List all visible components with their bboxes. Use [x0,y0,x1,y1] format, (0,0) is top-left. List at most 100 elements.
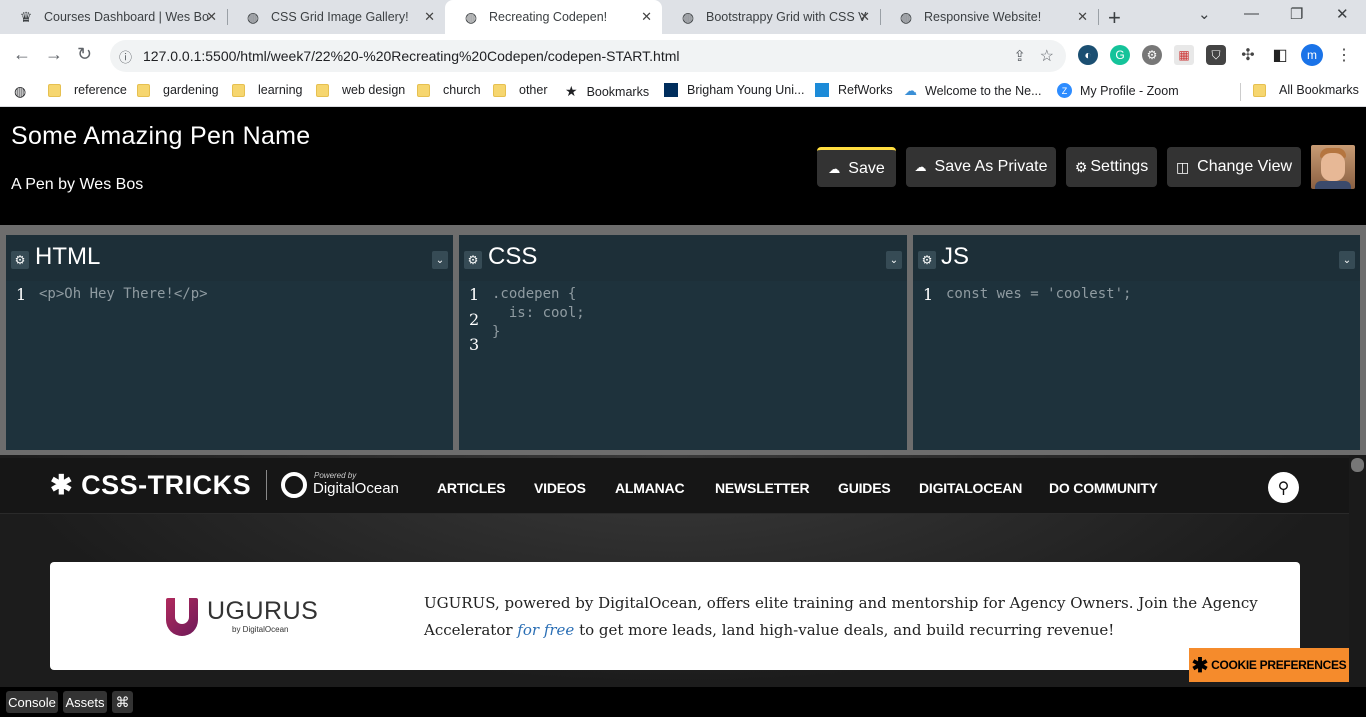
side-panel-icon[interactable]: ◧ [1270,45,1290,65]
nav-link-guides[interactable]: GUIDES [838,480,891,496]
cookie-preferences-button[interactable]: ✱ COOKIE PREFERENCES [1189,648,1349,682]
close-icon[interactable]: ✕ [424,9,435,25]
code-line[interactable]: <p>Oh Hey There!</p> [39,286,208,302]
tab-title: Responsive Website! [924,10,1042,24]
code-area[interactable]: 1 2 3 .codepen { is: cool; } [459,281,907,450]
share-icon[interactable]: ⇪ [1013,47,1026,65]
bookmark-welcome[interactable]: ☁ Welcome to the Ne... [904,83,1042,99]
code-line[interactable]: .codepen { [492,286,576,302]
bookmark-star-icon[interactable]: ☆ [1040,46,1054,66]
search-icon[interactable]: ⚲ [1268,472,1299,503]
chevron-down-icon[interactable]: ⌄ [1339,251,1355,269]
settings-button[interactable]: ⚙ Settings [1066,147,1157,187]
back-icon[interactable]: ← [13,44,31,65]
puzzle-icon[interactable]: ✣ [1238,45,1258,65]
sponsor-name[interactable]: DigitalOcean [313,480,399,497]
bookmark-bookmarks[interactable]: ★ Bookmarks [565,83,649,100]
bookmark-byu[interactable]: Brigham Young Uni... [664,83,804,97]
nav-link-articles[interactable]: ARTICLES [437,480,506,496]
editor-header: ⚙ HTML ⌄ [6,235,453,281]
tab-search-icon[interactable]: ⌄ [1198,5,1211,23]
bookmark-folder-church[interactable]: church [417,83,481,97]
shield-icon[interactable]: ⛉ [1206,45,1226,65]
save-label: Save [848,159,885,177]
gear-icon[interactable]: ⚙ [11,251,29,269]
code-area[interactable]: 1 const wes = 'coolest'; [913,281,1360,450]
star-icon: ★ [565,83,578,99]
save-button[interactable]: ☁ Save [817,147,896,187]
console-button[interactable]: Console [6,691,58,713]
ad-text-after: to get more leads, land high-value deals… [574,621,1115,639]
browser-tab[interactable]: ◍ Responsive Website! ✕ [880,0,1098,34]
close-icon[interactable]: ✕ [206,9,217,25]
browser-tab[interactable]: ♛ Courses Dashboard | Wes Bo ✕ [0,0,227,34]
save-private-button[interactable]: ☁ Save As Private [906,147,1056,187]
reload-icon[interactable]: ↻ [77,44,92,65]
scrollbar-thumb[interactable] [1351,458,1364,472]
ad-link[interactable]: for free [517,621,574,639]
preview-scrollbar[interactable] [1349,455,1366,687]
change-view-button[interactable]: ◫ Change View [1167,147,1301,187]
browser-tab-active[interactable]: ◍ Recreating Codepen! ✕ [445,0,662,34]
browser-tab[interactable]: ◍ Bootstrappy Grid with CSS V ✕ [662,0,880,34]
nav-link-do-community[interactable]: DO COMMUNITY [1049,480,1158,496]
site-info-icon[interactable]: ⓘ [119,47,132,66]
address-bar[interactable]: ⓘ 127.0.0.1:5500/html/week7/22%20-%20Rec… [110,40,1066,72]
code-line[interactable]: } [492,324,500,340]
cloud-icon: ☁ [828,161,841,176]
digitalocean-icon[interactable] [281,472,307,498]
css-tricks-logo[interactable]: ✱ CSS-TRICKS [50,470,251,501]
shortcuts-button[interactable]: ⌘ [112,691,133,713]
extension-icon[interactable]: ◐ [1078,45,1098,65]
avatar[interactable] [1311,145,1355,189]
browser-tab[interactable]: ◍ CSS Grid Image Gallery! ✕ [227,0,445,34]
cloud-icon: ☁ [904,83,917,98]
forward-icon[interactable]: → [45,44,63,65]
bookmark-label: All Bookmarks [1279,83,1359,97]
globe-icon[interactable]: ◍ [14,83,26,100]
code-line[interactable]: const wes = 'coolest'; [946,286,1131,302]
nav-link-videos[interactable]: VIDEOS [534,480,586,496]
nav-link-digitalocean[interactable]: DIGITALOCEAN [919,480,1022,496]
nav-link-almanac[interactable]: ALMANAC [615,480,685,496]
window-close-icon[interactable]: ✕ [1336,5,1349,23]
gear-icon[interactable]: ⚙ [918,251,936,269]
close-icon[interactable]: ✕ [641,9,652,25]
minimize-icon[interactable]: — [1244,5,1259,22]
chevron-down-icon[interactable]: ⌄ [432,251,448,269]
grammarly-icon[interactable]: G [1110,45,1130,65]
new-tab-icon[interactable]: + [1108,5,1121,31]
code-area[interactable]: 1 <p>Oh Hey There!</p> [6,281,453,450]
gear-icon[interactable]: ⚙ [464,251,482,269]
view-icon: ◫ [1175,158,1190,175]
close-icon[interactable]: ✕ [859,9,870,25]
bookmark-label: reference [74,83,127,97]
assets-button[interactable]: Assets [63,691,107,713]
bookmark-folder-reference[interactable]: reference [48,83,127,97]
chevron-down-icon[interactable]: ⌄ [886,251,902,269]
bookmark-refworks[interactable]: RefWorks [815,83,893,97]
bookmark-label: learning [258,83,303,97]
menu-icon[interactable]: ⋮ [1334,45,1354,65]
folder-icon [316,83,329,97]
bookmark-label: My Profile - Zoom [1080,83,1179,98]
ad-brand: UGURUS [207,597,319,625]
close-icon[interactable]: ✕ [1077,9,1088,25]
url-text[interactable]: 127.0.0.1:5500/html/week7/22%20-%20Recre… [143,48,679,64]
profile-avatar[interactable]: m [1301,44,1323,66]
bookmark-folder-learning[interactable]: learning [232,83,302,97]
bookmark-folder-web-design[interactable]: web design [316,83,405,97]
restore-icon[interactable]: ❐ [1290,5,1303,23]
folder-icon [48,83,61,97]
code-line[interactable]: is: cool; [492,305,585,321]
calendar-extension-icon[interactable]: ▦ [1174,45,1194,65]
cloud-icon: ☁ [914,160,927,174]
nav-link-newsletter[interactable]: NEWSLETTER [715,480,810,496]
bookmark-folder-other[interactable]: other [493,83,548,97]
bookmark-folder-gardening[interactable]: gardening [137,83,219,97]
gear-extension-icon[interactable]: ⚙ [1142,45,1162,65]
refworks-icon [815,83,829,97]
bookmark-all-bookmarks[interactable]: All Bookmarks [1253,83,1359,97]
bookmark-zoom[interactable]: Z My Profile - Zoom [1057,83,1179,98]
tab-title: Bootstrappy Grid with CSS V [706,10,867,24]
